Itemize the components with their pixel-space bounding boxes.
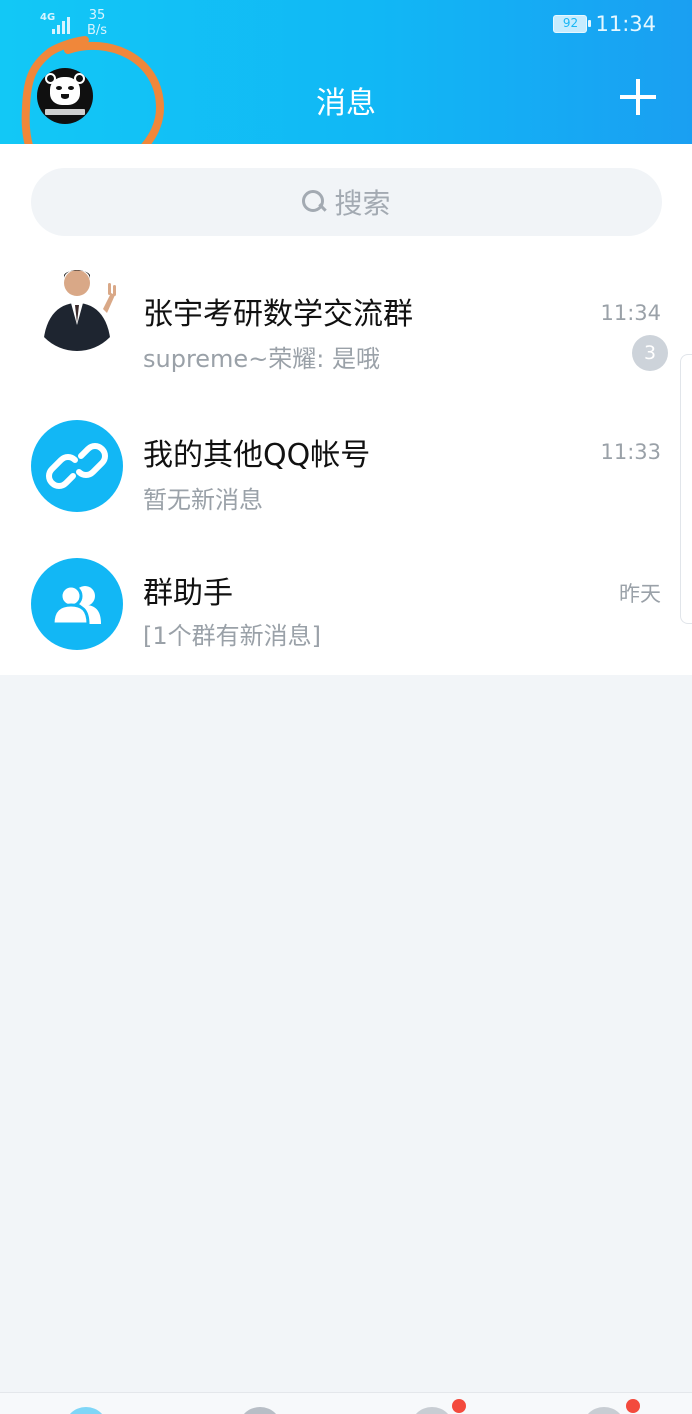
conversation-row-other-accounts[interactable]: 我的其他QQ帐号 暂无新消息 11:33 [0, 420, 692, 558]
bottom-tab-bar [0, 1392, 692, 1414]
conversation-row-group-zhangyu[interactable]: 张宇考研数学交流群 supreme~荣耀: 是哦 11:34 3 [0, 259, 692, 397]
search-icon [302, 188, 328, 216]
top-header: 4G 35 B/s 92 11:34 消息 [0, 0, 692, 144]
tab-messages-icon[interactable] [64, 1407, 108, 1414]
conversation-preview: supreme~荣耀: 是哦 [143, 345, 381, 373]
conversation-time: 11:33 [600, 440, 661, 464]
conversation-title: 张宇考研数学交流群 [143, 297, 413, 332]
unread-badge: 3 [632, 335, 668, 371]
conversation-time: 11:34 [600, 301, 661, 325]
conversation-row-group-assistant[interactable]: 群助手 [1个群有新消息] 昨天 [0, 558, 692, 696]
person-photo-icon [43, 270, 116, 351]
status-bar-right: 92 11:34 [553, 12, 656, 36]
conversation-time: 昨天 [619, 582, 661, 606]
network-speed: 35 B/s [86, 8, 108, 38]
link-avatar [31, 420, 123, 512]
battery-icon: 92 [553, 15, 592, 33]
conversation-preview: [1个群有新消息] [143, 622, 321, 650]
tab-activity-icon[interactable] [582, 1407, 626, 1414]
group-icon [51, 584, 101, 626]
conversation-title: 群助手 [143, 576, 233, 611]
page-title: 消息 [316, 86, 376, 121]
add-plus-button[interactable] [616, 75, 660, 119]
conversation-panel: 搜索 张宇考研数学交流群 supreme~荣耀: 是哦 11:34 3 我的其他… [0, 144, 692, 675]
person-photo-avatar [31, 259, 123, 351]
tab-notification-dot [626, 1399, 640, 1413]
link-icon [46, 443, 108, 489]
scroll-handle[interactable] [680, 354, 692, 624]
conversation-title: 我的其他QQ帐号 [143, 438, 371, 473]
speed-value: 35 [88, 8, 106, 23]
signal-icon [52, 14, 74, 34]
tab-watch-icon[interactable] [410, 1407, 454, 1414]
tab-notification-dot [452, 1399, 466, 1413]
speed-unit: B/s [86, 23, 108, 38]
group-avatar [31, 558, 123, 650]
conversation-preview: 暂无新消息 [143, 486, 263, 514]
status-time: 11:34 [595, 12, 656, 36]
tab-contacts-icon[interactable] [238, 1407, 282, 1414]
search-input[interactable]: 搜索 [31, 168, 662, 236]
search-placeholder: 搜索 [334, 187, 391, 220]
